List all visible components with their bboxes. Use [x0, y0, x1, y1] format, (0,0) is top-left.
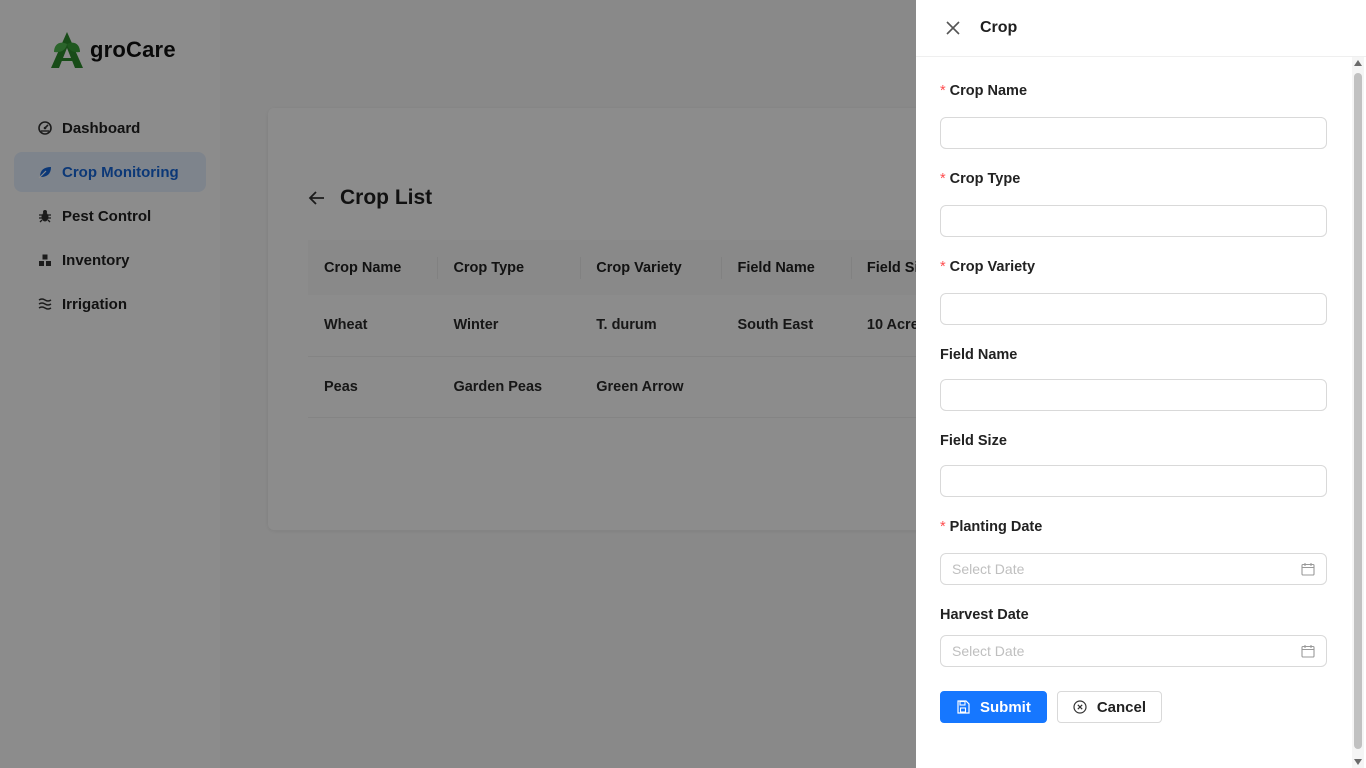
form-actions: Submit Cancel — [940, 691, 1163, 723]
field-label: * Crop Name — [940, 83, 1028, 99]
crop-variety-input[interactable] — [940, 293, 1327, 325]
form-item-harvest-date: Harvest Date Select Date — [940, 607, 1327, 667]
cancel-label: Cancel — [1096, 698, 1147, 716]
field-label: * Planting Date — [940, 519, 1043, 535]
date-placeholder: Select Date — [952, 561, 1025, 577]
submit-label: Submit — [980, 698, 1031, 716]
harvest-date-picker[interactable]: Select Date — [940, 635, 1327, 667]
field-label: * Crop Variety — [940, 259, 1036, 275]
field-label: Harvest Date — [940, 607, 1029, 623]
save-icon — [956, 700, 970, 714]
scroll-down-arrow-icon[interactable] — [1354, 759, 1362, 765]
drawer-title: Crop — [980, 19, 1018, 36]
drawer-header: Crop — [916, 0, 1366, 57]
field-size-input[interactable] — [940, 465, 1327, 497]
required-asterisk: * — [940, 519, 946, 535]
submit-button[interactable]: Submit — [940, 691, 1047, 723]
form-item-crop-name: * Crop Name — [940, 83, 1327, 149]
calendar-icon — [1301, 645, 1315, 658]
form-item-crop-type: * Crop Type — [940, 171, 1327, 237]
required-asterisk: * — [940, 171, 946, 187]
form-item-field-size: Field Size — [940, 433, 1327, 497]
crop-name-input[interactable] — [940, 117, 1327, 149]
field-name-input[interactable] — [940, 379, 1327, 411]
cancel-button[interactable]: Cancel — [1056, 691, 1163, 723]
required-asterisk: * — [940, 83, 946, 99]
planting-date-picker[interactable]: Select Date — [940, 553, 1327, 585]
form-item-field-name: Field Name — [940, 347, 1327, 411]
field-label: Field Size — [940, 433, 1007, 449]
scroll-up-arrow-icon[interactable] — [1354, 60, 1362, 66]
close-circle-icon — [1073, 700, 1087, 714]
crop-type-input[interactable] — [940, 205, 1327, 237]
crop-form-drawer: Crop * Crop Name * Crop Type * Crop Variety… — [916, 0, 1366, 768]
field-label: * Crop Type — [940, 171, 1021, 187]
field-label: Field Name — [940, 347, 1018, 363]
form-item-crop-variety: * Crop Variety — [940, 259, 1327, 325]
date-placeholder: Select Date — [952, 643, 1025, 659]
required-asterisk: * — [940, 259, 946, 275]
scrollbar-thumb[interactable] — [1354, 73, 1362, 749]
calendar-icon — [1301, 563, 1315, 576]
drawer-scrollbar[interactable] — [1352, 57, 1364, 768]
close-icon[interactable] — [944, 19, 962, 37]
form-item-planting-date: * Planting Date Select Date — [940, 519, 1327, 585]
